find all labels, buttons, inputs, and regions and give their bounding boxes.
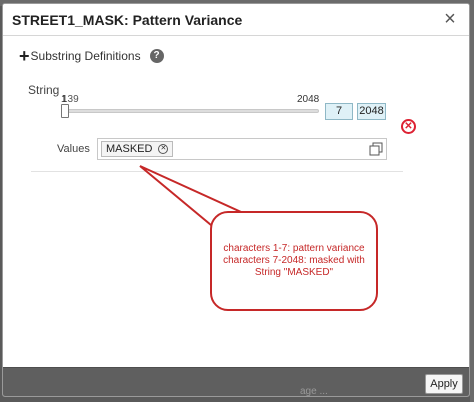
expand-icon[interactable]: [369, 142, 383, 156]
slider-max-label: 2048: [297, 94, 320, 105]
range-start-field[interactable]: 7: [325, 103, 353, 120]
string-range-slider[interactable]: [63, 109, 319, 113]
dialog-title: STREET1_MASK: Pattern Variance: [12, 12, 243, 28]
value-tag-label: MASKED: [106, 143, 153, 155]
annotation-text: characters 1-7: pattern variance charact…: [223, 243, 365, 278]
values-label: Values: [57, 143, 90, 155]
substring-definitions-label: Substring Definitions: [30, 49, 141, 63]
substring-definitions-toggle[interactable]: + Substring Definitions ?: [19, 47, 164, 65]
tag-remove-icon[interactable]: ✕: [158, 144, 169, 154]
close-icon[interactable]: ×: [441, 9, 459, 29]
range-end-field[interactable]: 2048: [357, 103, 386, 120]
string-label: String: [28, 83, 60, 97]
help-icon[interactable]: ?: [149, 49, 164, 63]
background-text: age ...: [300, 386, 328, 397]
value-tag: MASKED ✕: [101, 141, 174, 157]
pattern-variance-dialog: STREET1_MASK: Pattern Variance × + Subst…: [2, 3, 470, 397]
dialog-titlebar: STREET1_MASK: Pattern Variance ×: [3, 4, 469, 36]
annotation-callout: characters 1-7: pattern variance charact…: [210, 211, 378, 311]
remove-circle-icon[interactable]: ✕: [401, 119, 416, 134]
plus-icon: +: [19, 46, 30, 66]
section-divider: [31, 171, 403, 172]
values-input[interactable]: MASKED ✕: [97, 138, 387, 160]
backdrop-right: [470, 0, 474, 402]
slider-handle[interactable]: [61, 104, 69, 118]
